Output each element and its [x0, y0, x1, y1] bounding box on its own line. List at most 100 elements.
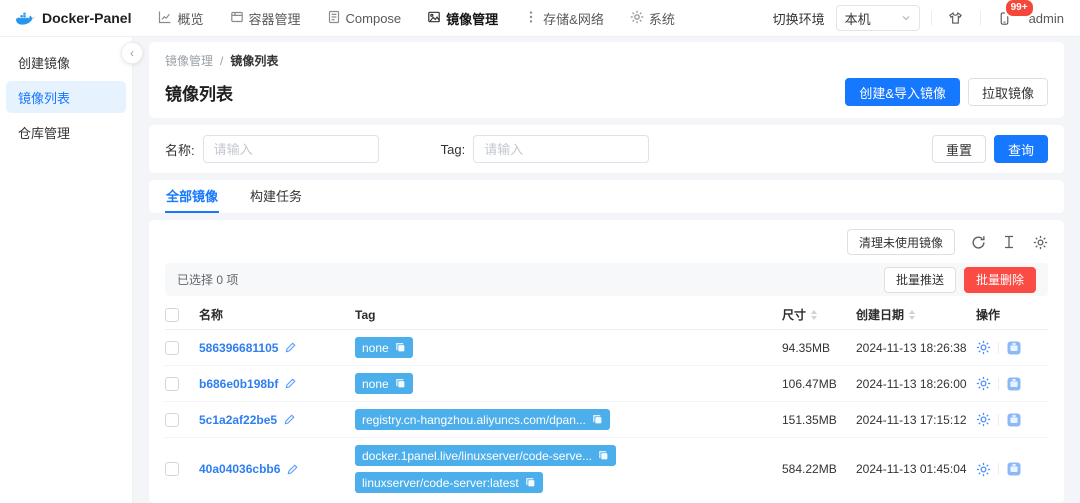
theme-shirt-icon[interactable]: [943, 5, 969, 31]
image-export-icon[interactable]: [1006, 461, 1022, 477]
sidebar-items: 创建镜像镜像列表仓库管理: [0, 46, 132, 148]
image-id-link[interactable]: 40a04036cbb6: [199, 462, 280, 476]
breadcrumb: 镜像管理 / 镜像列表: [165, 52, 1048, 69]
image-id-link[interactable]: b686e0b198bf: [199, 377, 278, 391]
table-body: 586396681105 none 94.35MB 2024-11-13 18:26:…: [165, 330, 1048, 495]
image-created-date: 2024-11-13 17:15:12: [856, 412, 967, 427]
image-size: 94.35MB: [782, 340, 831, 355]
size-sort-icon[interactable]: [811, 309, 818, 320]
table-row: 40a04036cbb6 docker.1panel.live/linuxserv…: [165, 438, 1048, 495]
sidebar-item-registry-management[interactable]: 仓库管理: [6, 116, 126, 148]
select-all-checkbox[interactable]: [165, 307, 179, 322]
container-icon: [230, 10, 244, 27]
image-settings-gear-icon[interactable]: [976, 340, 991, 355]
image-created-date: 2024-11-13 18:26:38: [856, 340, 967, 355]
row-checkbox[interactable]: [165, 340, 179, 355]
divider: [930, 11, 932, 25]
image-id-link[interactable]: 586396681105: [199, 341, 278, 355]
tag-pill: registry.cn-hangzhou.aliyuncs.com/dpan..…: [355, 409, 610, 430]
nav-item-system[interactable]: 系统: [617, 0, 688, 36]
row-checkbox[interactable]: [165, 376, 179, 391]
tag-label: docker.1panel.live/linuxserver/code-serv…: [362, 448, 593, 463]
nav-item-images[interactable]: 镜像管理: [414, 0, 511, 36]
sidebar-item-image-list[interactable]: 镜像列表: [6, 81, 126, 113]
top-navbar: Docker-Panel 概览 容器管理 Compose 镜像管理 存储&网络 系统 切换…: [0, 0, 1080, 37]
sidebar-item-label: 创建镜像: [18, 55, 71, 71]
page-title: 镜像列表: [165, 84, 233, 104]
tag-pill: none: [355, 337, 413, 358]
notification-icon[interactable]: 99+: [992, 0, 1035, 31]
image-settings-gear-icon[interactable]: [976, 376, 991, 391]
clean-unused-images-button[interactable]: 清理未使用镜像: [846, 229, 955, 255]
copy-icon[interactable]: [592, 414, 603, 425]
nav-item-overview[interactable]: 概览: [145, 0, 216, 36]
breadcrumb-separator: /: [220, 53, 224, 68]
header-date: 创建日期: [856, 308, 905, 322]
tab-all-images[interactable]: 全部镜像: [165, 180, 220, 213]
image-created-date: 2024-11-13 01:45:04: [856, 462, 967, 476]
image-export-icon[interactable]: [1006, 340, 1022, 356]
edit-icon[interactable]: [284, 377, 297, 390]
nav-item-containers[interactable]: 容器管理: [217, 0, 314, 36]
image-size: 151.35MB: [782, 412, 837, 427]
name-filter-label: 名称:: [165, 142, 195, 158]
edit-icon[interactable]: [284, 341, 297, 354]
sidebar-item-create-image[interactable]: 创建镜像: [6, 46, 126, 78]
table-row: 5c1a2af22be5 registry.cn-hangzhou.aliyunc…: [165, 402, 1048, 438]
edit-icon[interactable]: [283, 413, 296, 426]
sidebar-collapse-button[interactable]: ‹: [121, 42, 143, 64]
tag-label: linuxserver/code-server:latest: [362, 475, 519, 490]
image-created-date: 2024-11-13 18:26:00: [856, 376, 967, 391]
row-checkbox[interactable]: [165, 462, 179, 476]
column-settings-gear-icon[interactable]: [1032, 234, 1048, 250]
tag-pill: none: [355, 373, 413, 394]
table-row: 586396681105 none 94.35MB 2024-11-13 18:26:…: [165, 330, 1048, 366]
tag-filter-input[interactable]: [473, 135, 650, 163]
reset-button[interactable]: 重置: [931, 135, 986, 163]
breadcrumb-parent[interactable]: 镜像管理: [165, 52, 213, 69]
nav-item-compose[interactable]: Compose: [314, 0, 415, 36]
edit-icon[interactable]: [286, 463, 299, 476]
divider: [998, 463, 999, 475]
env-switch-label: 切换环境: [772, 11, 825, 27]
table-row: b686e0b198bf none 106.47MB 2024-11-13 18:26…: [165, 366, 1048, 402]
refresh-icon[interactable]: [970, 234, 986, 250]
header-ops: 操作: [976, 308, 1001, 322]
batch-delete-button[interactable]: 批量删除: [963, 266, 1036, 293]
nav-item-label: Compose: [345, 10, 402, 26]
image-export-icon[interactable]: [1006, 412, 1022, 428]
create-import-image-button[interactable]: 创建&导入镜像: [845, 78, 960, 106]
sidebar-item-label: 仓库管理: [18, 125, 71, 141]
notification-badge: 99+: [1003, 0, 1035, 18]
page-header-card: 镜像管理 / 镜像列表 镜像列表 创建&导入镜像 拉取镜像: [149, 42, 1064, 118]
tag-filter-label: Tag:: [440, 141, 466, 157]
env-select[interactable]: 本机: [835, 5, 920, 31]
docker-whale-icon: [16, 12, 35, 25]
search-button[interactable]: 查询: [993, 135, 1048, 163]
chevron-down-icon: [902, 16, 910, 21]
divider: [998, 413, 999, 426]
copy-icon[interactable]: [395, 342, 406, 353]
tag-pill: docker.1panel.live/linuxserver/code-serv…: [355, 445, 617, 466]
image-settings-gear-icon[interactable]: [976, 462, 991, 477]
image-export-icon[interactable]: [1006, 376, 1022, 392]
name-filter-input[interactable]: [202, 135, 379, 163]
image-settings-gear-icon[interactable]: [976, 412, 991, 427]
table-toolbar: 清理未使用镜像: [165, 228, 1048, 256]
row-height-icon[interactable]: [1001, 234, 1017, 250]
row-checkbox[interactable]: [165, 412, 179, 427]
table-header: 名称 Tag 尺寸 创建日期 操作: [165, 300, 1048, 330]
batch-push-button[interactable]: 批量推送: [883, 266, 956, 293]
header-tag: Tag: [355, 307, 376, 322]
image-id-link[interactable]: 5c1a2af22be5: [199, 413, 277, 427]
divider: [998, 341, 999, 354]
nav-item-label: 系统: [648, 11, 675, 27]
chart-icon: [158, 10, 172, 27]
copy-icon[interactable]: [525, 477, 536, 488]
copy-icon[interactable]: [395, 378, 406, 389]
tab-build-tasks[interactable]: 构建任务: [249, 180, 303, 213]
pull-image-button[interactable]: 拉取镜像: [967, 78, 1048, 106]
date-sort-icon[interactable]: [909, 309, 916, 320]
copy-icon[interactable]: [598, 450, 609, 461]
nav-item-storage-network[interactable]: 存储&网络: [511, 0, 617, 36]
